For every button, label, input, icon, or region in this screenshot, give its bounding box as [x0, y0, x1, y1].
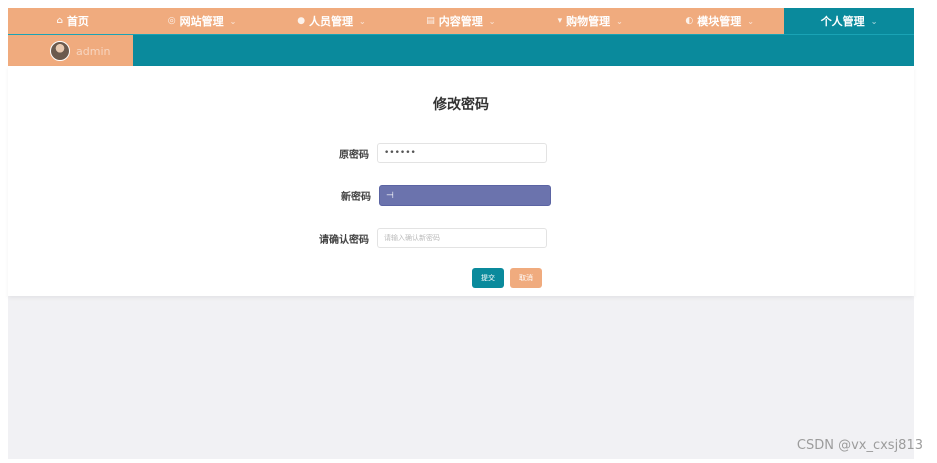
document-icon: ▤ — [426, 16, 435, 26]
nav-home-label: 首页 — [66, 15, 89, 28]
old-password-value: •••••• — [384, 148, 416, 158]
watermark: CSDN @vx_cxsj813 — [796, 438, 923, 453]
chevron-down-icon: ⌄ — [488, 16, 496, 26]
new-password-row: 新密码 ⊣ — [311, 185, 551, 206]
nav-module-management-label: 模块管理 — [697, 15, 742, 28]
chevron-down-icon: ⌄ — [870, 16, 878, 26]
globe-icon: ◎ — [167, 16, 176, 26]
top-nav: ⌂ 首页 ◎ 网站管理 ⌄ ● 人员管理 ⌄ ▤ 内容管理 ⌄ ▾ 购物管理 ⌄… — [8, 8, 914, 34]
nav-module-management[interactable]: ◐ 模块管理 ⌄ — [655, 8, 784, 34]
nav-personal-management-label: 个人管理 — [820, 15, 865, 28]
old-password-row: 原密码 •••••• — [309, 143, 547, 163]
username: admin — [76, 44, 111, 58]
chevron-down-icon: ⌄ — [616, 16, 623, 26]
nav-site-management-label: 网站管理 — [179, 15, 224, 28]
confirm-password-label: 请确认密码 — [319, 234, 369, 246]
chevron-down-icon: ⌄ — [229, 16, 237, 26]
user-box[interactable]: admin — [8, 35, 133, 67]
nav-people-management[interactable]: ● 人员管理 ⌄ — [267, 8, 396, 34]
home-icon: ⌂ — [56, 16, 63, 26]
cancel-button[interactable]: 取消 — [510, 268, 542, 288]
cart-icon: ▾ — [557, 16, 563, 26]
new-password-value: ⊣ — [386, 190, 394, 201]
submit-button[interactable]: 提交 — [472, 268, 504, 288]
old-password-input[interactable]: •••••• — [377, 143, 547, 163]
nav-shopping-management[interactable]: ▾ 购物管理 ⌄ — [526, 8, 655, 34]
chevron-down-icon: ⌄ — [359, 16, 366, 26]
new-password-label: 新密码 — [341, 192, 371, 203]
password-panel: 修改密码 原密码 •••••• 新密码 ⊣ 请确认密码 请输入确认新密码 提交 … — [8, 66, 914, 296]
nav-shopping-management-label: 购物管理 — [566, 15, 611, 28]
nav-home[interactable]: ⌂ 首页 — [8, 8, 137, 34]
nav-personal-management[interactable]: 个人管理 ⌄ — [784, 8, 914, 34]
nav-people-management-label: 人员管理 — [309, 15, 354, 28]
old-password-label: 原密码 — [339, 149, 369, 161]
app-frame: ⌂ 首页 ◎ 网站管理 ⌄ ● 人员管理 ⌄ ▤ 内容管理 ⌄ ▾ 购物管理 ⌄… — [8, 8, 914, 459]
nav-site-management[interactable]: ◎ 网站管理 ⌄ — [137, 8, 266, 34]
sub-bar: admin — [8, 34, 914, 67]
new-password-input[interactable]: ⊣ — [379, 185, 551, 206]
avatar[interactable] — [50, 41, 70, 61]
user-icon: ● — [297, 16, 306, 26]
module-icon: ◐ — [685, 16, 694, 26]
nav-content-management-label: 内容管理 — [438, 15, 483, 28]
nav-content-management[interactable]: ▤ 内容管理 ⌄ — [396, 8, 525, 34]
chevron-down-icon: ⌄ — [747, 16, 754, 26]
page-title: 修改密码 — [433, 97, 489, 113]
confirm-password-placeholder: 请输入确认新密码 — [384, 234, 440, 242]
confirm-password-input[interactable]: 请输入确认新密码 — [377, 228, 547, 248]
confirm-password-row: 请确认密码 请输入确认新密码 — [309, 228, 547, 248]
